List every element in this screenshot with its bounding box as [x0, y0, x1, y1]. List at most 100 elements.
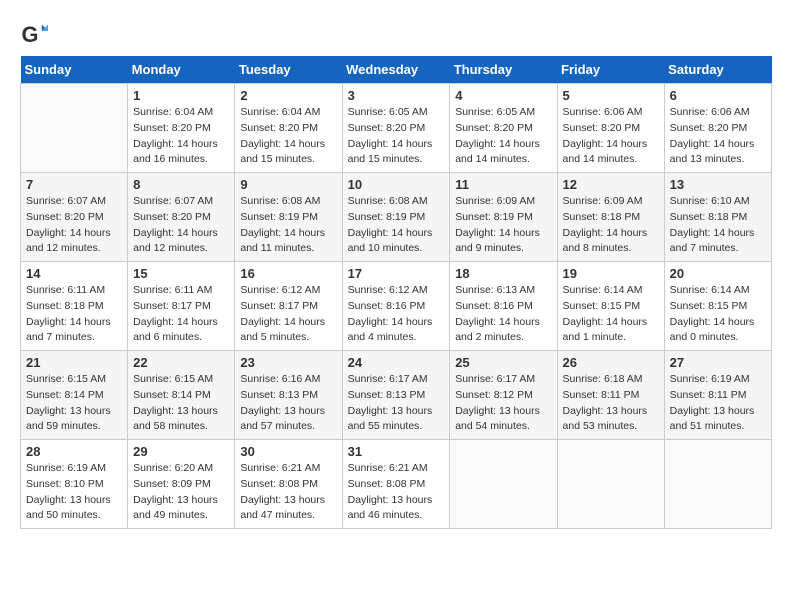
calendar-week-3: 14 Sunrise: 6:11 AMSunset: 8:18 PMDayligh…: [21, 262, 772, 351]
day-info: Sunrise: 6:12 AMSunset: 8:16 PMDaylight:…: [348, 283, 445, 346]
day-info: Sunrise: 6:07 AMSunset: 8:20 PMDaylight:…: [26, 194, 122, 257]
calendar-cell: 9 Sunrise: 6:08 AMSunset: 8:19 PMDaylight…: [235, 173, 342, 262]
logo: G: [20, 20, 52, 48]
day-info: Sunrise: 6:09 AMSunset: 8:18 PMDaylight:…: [563, 194, 659, 257]
day-info: Sunrise: 6:17 AMSunset: 8:13 PMDaylight:…: [348, 372, 445, 435]
day-number: 2: [240, 88, 336, 103]
day-number: 22: [133, 355, 229, 370]
calendar-week-5: 28 Sunrise: 6:19 AMSunset: 8:10 PMDayligh…: [21, 440, 772, 529]
calendar-cell: 31Sunrise: 6:21 AMSunset: 8:08 PMDayligh…: [342, 440, 450, 529]
column-header-saturday: Saturday: [664, 56, 771, 84]
calendar-week-2: 7 Sunrise: 6:07 AMSunset: 8:20 PMDaylight…: [21, 173, 772, 262]
day-number: 30: [240, 444, 336, 459]
day-info: Sunrise: 6:18 AMSunset: 8:11 PMDaylight:…: [563, 372, 659, 435]
calendar-cell: 29 Sunrise: 6:20 AMSunset: 8:09 PMDayligh…: [128, 440, 235, 529]
calendar-cell: 23 Sunrise: 6:16 AMSunset: 8:13 PMDayligh…: [235, 351, 342, 440]
calendar-cell: 30Sunrise: 6:21 AMSunset: 8:08 PMDayligh…: [235, 440, 342, 529]
day-number: 15: [133, 266, 229, 281]
day-info: Sunrise: 6:06 AMSunset: 8:20 PMDaylight:…: [563, 105, 659, 168]
day-number: 12: [563, 177, 659, 192]
day-number: 1: [133, 88, 229, 103]
day-info: Sunrise: 6:04 AMSunset: 8:20 PMDaylight:…: [240, 105, 336, 168]
calendar-cell: 3Sunrise: 6:05 AMSunset: 8:20 PMDaylight…: [342, 84, 450, 173]
day-number: 21: [26, 355, 122, 370]
day-number: 13: [670, 177, 766, 192]
day-number: 28: [26, 444, 122, 459]
calendar-cell: 5 Sunrise: 6:06 AMSunset: 8:20 PMDaylight…: [557, 84, 664, 173]
day-number: 9: [240, 177, 336, 192]
calendar-cell: [21, 84, 128, 173]
day-info: Sunrise: 6:19 AMSunset: 8:10 PMDaylight:…: [26, 461, 122, 524]
column-header-tuesday: Tuesday: [235, 56, 342, 84]
day-number: 25: [455, 355, 551, 370]
day-info: Sunrise: 6:05 AMSunset: 8:20 PMDaylight:…: [455, 105, 551, 168]
calendar-cell: 21 Sunrise: 6:15 AMSunset: 8:14 PMDayligh…: [21, 351, 128, 440]
day-number: 19: [563, 266, 659, 281]
day-info: Sunrise: 6:13 AMSunset: 8:16 PMDaylight:…: [455, 283, 551, 346]
day-info: Sunrise: 6:16 AMSunset: 8:13 PMDaylight:…: [240, 372, 336, 435]
calendar-week-1: 1 Sunrise: 6:04 AMSunset: 8:20 PMDaylight…: [21, 84, 772, 173]
calendar-cell: 4 Sunrise: 6:05 AMSunset: 8:20 PMDaylight…: [450, 84, 557, 173]
day-number: 8: [133, 177, 229, 192]
day-info: Sunrise: 6:07 AMSunset: 8:20 PMDaylight:…: [133, 194, 229, 257]
day-info: Sunrise: 6:14 AMSunset: 8:15 PMDaylight:…: [563, 283, 659, 346]
calendar-cell: 13 Sunrise: 6:10 AMSunset: 8:18 PMDayligh…: [664, 173, 771, 262]
calendar-cell: 22 Sunrise: 6:15 AMSunset: 8:14 PMDayligh…: [128, 351, 235, 440]
calendar-cell: 14 Sunrise: 6:11 AMSunset: 8:18 PMDayligh…: [21, 262, 128, 351]
day-number: 6: [670, 88, 766, 103]
calendar-cell: 12 Sunrise: 6:09 AMSunset: 8:18 PMDayligh…: [557, 173, 664, 262]
day-number: 4: [455, 88, 551, 103]
calendar-cell: 7 Sunrise: 6:07 AMSunset: 8:20 PMDaylight…: [21, 173, 128, 262]
day-info: Sunrise: 6:04 AMSunset: 8:20 PMDaylight:…: [133, 105, 229, 168]
day-number: 23: [240, 355, 336, 370]
day-number: 14: [26, 266, 122, 281]
calendar-cell: 25Sunrise: 6:17 AMSunset: 8:12 PMDayligh…: [450, 351, 557, 440]
calendar-cell: 16 Sunrise: 6:12 AMSunset: 8:17 PMDayligh…: [235, 262, 342, 351]
day-number: 5: [563, 88, 659, 103]
day-number: 27: [670, 355, 766, 370]
calendar-header-row: SundayMondayTuesdayWednesdayThursdayFrid…: [21, 56, 772, 84]
page-header: G: [20, 20, 772, 48]
day-number: 10: [348, 177, 445, 192]
day-number: 18: [455, 266, 551, 281]
calendar-cell: 17 Sunrise: 6:12 AMSunset: 8:16 PMDayligh…: [342, 262, 450, 351]
calendar-cell: 24Sunrise: 6:17 AMSunset: 8:13 PMDayligh…: [342, 351, 450, 440]
column-header-thursday: Thursday: [450, 56, 557, 84]
day-info: Sunrise: 6:08 AMSunset: 8:19 PMDaylight:…: [240, 194, 336, 257]
day-info: Sunrise: 6:11 AMSunset: 8:17 PMDaylight:…: [133, 283, 229, 346]
day-number: 17: [348, 266, 445, 281]
day-info: Sunrise: 6:19 AMSunset: 8:11 PMDaylight:…: [670, 372, 766, 435]
day-info: Sunrise: 6:20 AMSunset: 8:09 PMDaylight:…: [133, 461, 229, 524]
day-info: Sunrise: 6:10 AMSunset: 8:18 PMDaylight:…: [670, 194, 766, 257]
day-info: Sunrise: 6:15 AMSunset: 8:14 PMDaylight:…: [26, 372, 122, 435]
day-number: 20: [670, 266, 766, 281]
day-number: 16: [240, 266, 336, 281]
calendar-cell: 19 Sunrise: 6:14 AMSunset: 8:15 PMDayligh…: [557, 262, 664, 351]
calendar-cell: 15 Sunrise: 6:11 AMSunset: 8:17 PMDayligh…: [128, 262, 235, 351]
day-number: 26: [563, 355, 659, 370]
calendar-cell: 6Sunrise: 6:06 AMSunset: 8:20 PMDaylight…: [664, 84, 771, 173]
calendar-cell: [664, 440, 771, 529]
day-info: Sunrise: 6:05 AMSunset: 8:20 PMDaylight:…: [348, 105, 445, 168]
column-header-friday: Friday: [557, 56, 664, 84]
day-number: 11: [455, 177, 551, 192]
calendar-cell: [450, 440, 557, 529]
day-info: Sunrise: 6:12 AMSunset: 8:17 PMDaylight:…: [240, 283, 336, 346]
calendar-cell: 1 Sunrise: 6:04 AMSunset: 8:20 PMDaylight…: [128, 84, 235, 173]
day-info: Sunrise: 6:08 AMSunset: 8:19 PMDaylight:…: [348, 194, 445, 257]
calendar-cell: 26 Sunrise: 6:18 AMSunset: 8:11 PMDayligh…: [557, 351, 664, 440]
calendar-cell: 28 Sunrise: 6:19 AMSunset: 8:10 PMDayligh…: [21, 440, 128, 529]
day-number: 29: [133, 444, 229, 459]
day-info: Sunrise: 6:21 AMSunset: 8:08 PMDaylight:…: [348, 461, 445, 524]
day-info: Sunrise: 6:11 AMSunset: 8:18 PMDaylight:…: [26, 283, 122, 346]
calendar-cell: 2 Sunrise: 6:04 AMSunset: 8:20 PMDaylight…: [235, 84, 342, 173]
day-number: 7: [26, 177, 122, 192]
day-info: Sunrise: 6:15 AMSunset: 8:14 PMDaylight:…: [133, 372, 229, 435]
logo-icon: G: [20, 20, 48, 48]
calendar-cell: 20Sunrise: 6:14 AMSunset: 8:15 PMDayligh…: [664, 262, 771, 351]
calendar-cell: [557, 440, 664, 529]
calendar-cell: 18 Sunrise: 6:13 AMSunset: 8:16 PMDayligh…: [450, 262, 557, 351]
column-header-wednesday: Wednesday: [342, 56, 450, 84]
column-header-sunday: Sunday: [21, 56, 128, 84]
calendar-week-4: 21 Sunrise: 6:15 AMSunset: 8:14 PMDayligh…: [21, 351, 772, 440]
